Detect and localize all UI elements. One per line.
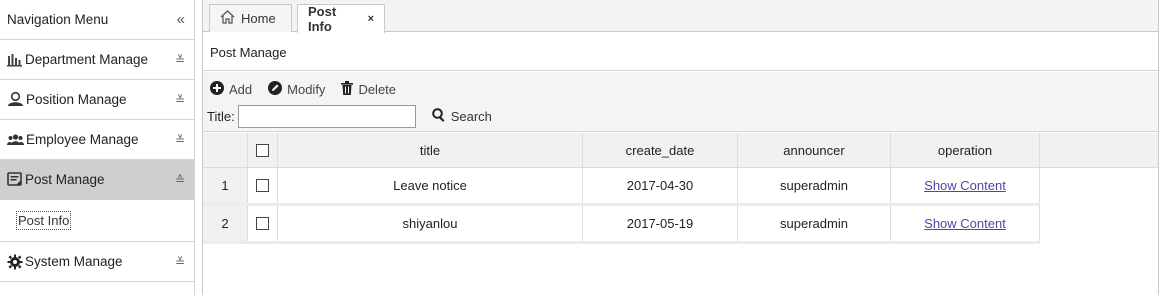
- chevron-down-icon: ≚: [174, 52, 185, 67]
- sidebar-item-label: Post Manage: [25, 172, 105, 187]
- plus-circle-icon: [210, 81, 224, 98]
- index-header: [203, 133, 248, 167]
- tab-home[interactable]: Home: [209, 4, 292, 32]
- cell-title: shiyanlou: [278, 206, 583, 241]
- tab-label: Home: [241, 11, 276, 26]
- search-button[interactable]: Search: [431, 108, 492, 125]
- gear-icon: [7, 254, 23, 270]
- table-header-filler: [1040, 133, 1158, 168]
- cell-announcer: superadmin: [738, 206, 891, 241]
- chevron-down-icon: ≚: [174, 254, 185, 269]
- sidebar-item-post-manage[interactable]: Post Manage ≙: [0, 160, 194, 200]
- navigation-sidebar: Navigation Menu « Department Manage ≚ Po…: [0, 0, 195, 295]
- modify-label: Modify: [287, 82, 326, 97]
- post-table: title create_date announcer operation 1 …: [203, 133, 1040, 244]
- sidebar-item-label: Position Manage: [26, 92, 127, 107]
- tab-post-info[interactable]: Post Info ×: [297, 4, 385, 34]
- sidebar-item-position-manage[interactable]: Position Manage ≚: [0, 80, 194, 120]
- row-checkbox[interactable]: [256, 179, 269, 192]
- row-index: 1: [203, 168, 248, 203]
- sidebar-item-department-manage[interactable]: Department Manage ≚: [0, 40, 194, 80]
- show-content-link[interactable]: Show Content: [924, 178, 1006, 193]
- delete-button[interactable]: Delete: [341, 81, 396, 98]
- table-row[interactable]: 1 Leave notice 2017-04-30 superadmin Sho…: [203, 168, 1040, 206]
- bar-chart-icon: [7, 53, 23, 67]
- chevron-up-icon: ≙: [174, 172, 185, 187]
- panel-title: Post Manage: [203, 35, 1158, 71]
- chevron-down-icon: ≚: [174, 132, 185, 147]
- cell-create-date: 2017-05-19: [583, 206, 738, 241]
- user-icon: [7, 92, 24, 107]
- cell-title: Leave notice: [278, 168, 583, 203]
- column-header-operation[interactable]: operation: [891, 133, 1040, 167]
- sidebar-item-label: Employee Manage: [26, 132, 139, 147]
- cell-announcer: superadmin: [738, 168, 891, 203]
- row-checkbox-cell: [248, 168, 278, 203]
- cell-create-date: 2017-04-30: [583, 168, 738, 203]
- search-row: Title: Search: [207, 105, 492, 128]
- chevron-down-icon: ≚: [174, 92, 185, 107]
- row-checkbox[interactable]: [256, 217, 269, 230]
- sidebar-item-employee-manage[interactable]: Employee Manage ≚: [0, 120, 194, 160]
- pencil-circle-icon: [268, 81, 283, 98]
- close-icon[interactable]: ×: [368, 13, 374, 25]
- select-all-checkbox[interactable]: [256, 143, 269, 157]
- row-checkbox-cell: [248, 206, 278, 241]
- cell-operation: Show Content: [891, 206, 1040, 241]
- sidebar-item-system-manage[interactable]: System Manage ≚: [0, 242, 194, 282]
- show-content-link[interactable]: Show Content: [924, 216, 1006, 231]
- table-row[interactable]: 2 shiyanlou 2017-05-19 superadmin Show C…: [203, 206, 1040, 244]
- search-icon: [431, 108, 446, 125]
- sidebar-item-label: Department Manage: [25, 52, 149, 67]
- title-search-input[interactable]: [237, 105, 416, 128]
- sidebar-title: Navigation Menu: [7, 12, 109, 27]
- sidebar-subitem-post-info[interactable]: Post Info: [16, 211, 72, 230]
- column-header-announcer[interactable]: announcer: [738, 133, 891, 167]
- main-content: Home Post Info × Post Manage Add Modify: [202, 0, 1159, 295]
- tab-bar: Home Post Info ×: [203, 0, 1158, 34]
- modify-button[interactable]: Modify: [268, 81, 325, 98]
- post-icon: [7, 172, 23, 187]
- delete-label: Delete: [358, 82, 397, 97]
- title-label: Title:: [207, 109, 235, 124]
- tab-label: Post Info: [308, 4, 337, 34]
- home-icon: [220, 10, 235, 27]
- toolbar: Add Modify Delete Title: Search: [203, 72, 1158, 132]
- sidebar-subitem-container: Post Info: [0, 200, 194, 242]
- row-index: 2: [203, 206, 248, 241]
- sidebar-header: Navigation Menu «: [0, 0, 194, 40]
- users-icon: [7, 133, 24, 146]
- trash-icon: [341, 81, 354, 98]
- cell-operation: Show Content: [891, 168, 1040, 203]
- toolbar-buttons: Add Modify Delete: [210, 81, 396, 98]
- select-all-checkbox-cell: [248, 133, 278, 167]
- column-header-title[interactable]: title: [278, 133, 583, 167]
- table-header-row: title create_date announcer operation: [203, 133, 1040, 168]
- column-header-create-date[interactable]: create_date: [583, 133, 738, 167]
- search-label: Search: [450, 109, 492, 124]
- sidebar-item-label: System Manage: [25, 254, 123, 269]
- double-chevron-left-icon[interactable]: «: [177, 11, 185, 28]
- add-button[interactable]: Add: [210, 81, 252, 98]
- add-label: Add: [229, 82, 253, 97]
